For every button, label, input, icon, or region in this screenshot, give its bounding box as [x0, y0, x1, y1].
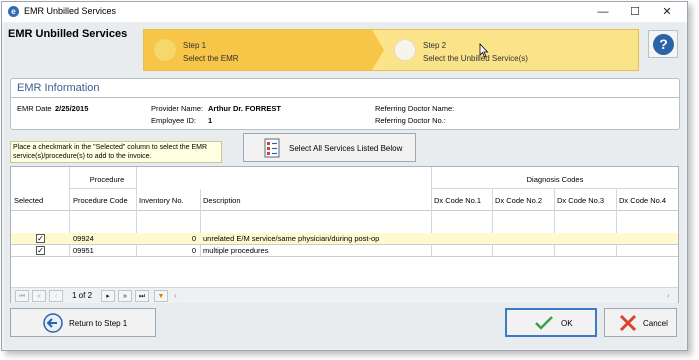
- scroll-right-icon[interactable]: ›: [667, 291, 670, 300]
- col-header-inventory[interactable]: Inventory No.: [139, 196, 184, 205]
- step-1-title: Step 1: [183, 41, 207, 50]
- app-icon: e: [8, 6, 19, 17]
- page-indicator: 1 of 2: [72, 291, 93, 300]
- cancel-button[interactable]: Cancel: [604, 308, 677, 337]
- wizard-steps: Step 1 Select the EMR Step 2 Select the …: [143, 29, 639, 71]
- return-to-step-1-button[interactable]: Return to Step 1: [10, 308, 156, 337]
- step-2-circle-icon: [394, 39, 416, 61]
- cancel-x-icon: [619, 314, 637, 332]
- description-cell: unrelated E/M service/same physician/dur…: [203, 234, 380, 243]
- title-bar: e EMR Unbilled Services — ☐ ✕: [2, 2, 687, 22]
- help-button[interactable]: ?: [648, 30, 678, 58]
- wizard-step-1[interactable]: Step 1 Select the EMR: [144, 30, 384, 70]
- selected-checkbox[interactable]: ✓: [36, 246, 45, 255]
- help-icon: ?: [653, 34, 674, 55]
- checklist-icon: [264, 138, 280, 158]
- minimize-button[interactable]: —: [592, 4, 614, 20]
- back-arrow-icon: [43, 313, 63, 333]
- last-page-button[interactable]: ⏭: [135, 290, 149, 302]
- info-divider: [11, 97, 679, 98]
- inventory-cell: 0: [191, 234, 196, 243]
- main-content: EMR Unbilled Services Step 1 Select the …: [4, 23, 685, 349]
- header-divider: [431, 188, 679, 189]
- services-grid: Procedure Diagnosis Codes Selected Proce…: [10, 166, 679, 303]
- step-2-subtitle: Select the Unbilled Service(s): [423, 54, 528, 63]
- prev-page-button[interactable]: ‹: [49, 290, 63, 302]
- referring-doctor-name-label: Referring Doctor Name:: [375, 104, 455, 113]
- step-1-subtitle: Select the EMR: [183, 54, 239, 63]
- procedure-code-cell: 09951: [73, 246, 94, 255]
- cancel-button-label: Cancel: [643, 319, 668, 328]
- close-button[interactable]: ✕: [656, 4, 678, 20]
- col-header-description[interactable]: Description: [203, 196, 241, 205]
- employee-id-value: 1: [208, 116, 213, 125]
- select-all-services-button[interactable]: Select All Services Listed Below: [243, 133, 416, 162]
- wizard-step-2[interactable]: Step 2 Select the Unbilled Service(s): [384, 30, 638, 70]
- select-all-label: Select All Services Listed Below: [289, 144, 403, 153]
- provider-name-label: Provider Name:: [151, 104, 204, 113]
- emr-information-heading: EMR Information: [17, 82, 100, 94]
- emr-date-label: EMR Date: [17, 104, 52, 113]
- app-window: e EMR Unbilled Services — ☐ ✕ EMR Unbill…: [1, 1, 688, 351]
- provider-name-value: Arthur Dr. FORREST: [208, 104, 281, 113]
- col-header-selected[interactable]: Selected: [14, 196, 43, 205]
- return-button-label: Return to Step 1: [69, 319, 128, 328]
- col-header-dx4[interactable]: Dx Code No.4: [619, 196, 666, 205]
- first-page-button[interactable]: ⏮: [15, 290, 29, 302]
- col-header-procedure-code[interactable]: Procedure Code: [73, 196, 128, 205]
- header-divider: [69, 188, 136, 189]
- col-header-dx3[interactable]: Dx Code No.3: [557, 196, 604, 205]
- emr-date-value: 2/25/2015: [55, 104, 89, 113]
- selection-hint: Place a checkmark in the "Selected" colu…: [10, 141, 222, 163]
- procedure-group-header: Procedure: [89, 175, 125, 184]
- step-1-circle-icon: [154, 39, 176, 61]
- table-row[interactable]: ✓ 09924 0 unrelated E/M service/same phy…: [11, 233, 678, 245]
- filter-icon[interactable]: ▼: [154, 290, 168, 302]
- prev-block-button[interactable]: «: [32, 290, 46, 302]
- description-cell: multiple procedures: [203, 246, 269, 255]
- page-title: EMR Unbilled Services: [8, 28, 128, 40]
- employee-id-label: Employee ID:: [151, 116, 197, 125]
- selected-checkbox[interactable]: ✓: [36, 234, 45, 243]
- scroll-left-icon[interactable]: ‹: [174, 291, 177, 300]
- grid-header: Procedure Diagnosis Codes Selected Proce…: [11, 167, 679, 211]
- table-row[interactable]: ✓ 09951 0 multiple procedures: [11, 245, 678, 257]
- grid-pager: ⏮ « ‹ 1 of 2 ▸ » ⏭ ▼ ‹ ›: [11, 287, 678, 303]
- inventory-cell: 0: [191, 246, 196, 255]
- mouse-cursor-icon: [479, 43, 489, 58]
- procedure-code-cell: 09924: [73, 234, 94, 243]
- ok-button-label: OK: [561, 319, 573, 328]
- emr-information-panel: EMR Information EMR Date 2/25/2015 Provi…: [10, 78, 680, 130]
- next-page-button[interactable]: ▸: [101, 290, 115, 302]
- col-header-dx2[interactable]: Dx Code No.2: [495, 196, 542, 205]
- referring-doctor-no-label: Referring Doctor No.:: [375, 116, 446, 125]
- ok-button[interactable]: OK: [505, 308, 597, 337]
- window-title: EMR Unbilled Services: [24, 6, 117, 16]
- step-2-title: Step 2: [423, 41, 447, 50]
- next-block-button[interactable]: »: [118, 290, 132, 302]
- col-header-dx1[interactable]: Dx Code No.1: [434, 196, 481, 205]
- maximize-button[interactable]: ☐: [624, 4, 646, 20]
- checkmark-icon: [535, 316, 553, 330]
- diagnosis-group-header: Diagnosis Codes: [526, 175, 584, 184]
